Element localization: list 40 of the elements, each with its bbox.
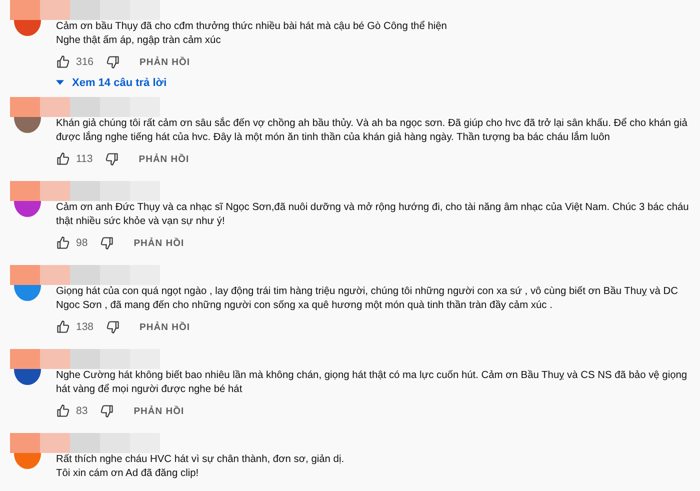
avatar[interactable] (14, 20, 41, 36)
thumbs-up-icon[interactable] (56, 152, 70, 166)
like-count: 113 (76, 153, 93, 165)
avatar[interactable] (14, 453, 41, 469)
comment-text: Khán giả chúng tôi rất cảm ơn sâu sắc đến vợ chồng ah bầu thủy. Và ah ba ngọc sơn. Đã giúp cho hvc đã trở lại sân khấu. Để cho khán giả (56, 117, 688, 131)
thumbs-up-icon[interactable] (56, 236, 70, 250)
like-count: 98 (76, 237, 88, 249)
avatar[interactable] (14, 201, 41, 217)
caret-icon (56, 80, 64, 85)
reply-button[interactable]: PHẢN HỒI (134, 406, 184, 416)
view-replies-link[interactable]: Xem 14 câu trả lời (56, 76, 167, 88)
avatar[interactable] (14, 117, 41, 133)
reply-button[interactable]: PHẢN HỒI (140, 56, 190, 68)
comment-text: được lắng nghe tiếng hát của hvc. Đây là một món ăn tinh thần của khán giả hàng ngày. Thần tượng ba bác cháu lắm luôn (56, 131, 611, 145)
comment-text: hát vàng để mọi người được nghe bé hát (56, 383, 244, 397)
thumbs-up-icon[interactable] (56, 320, 70, 334)
thumbs-up-icon[interactable] (56, 404, 70, 418)
comment-text: Rất thích nghe cháu HVC hát vì sự chân thành, đơn sơ, giản dị. (56, 453, 346, 467)
comment-text: Tôi xin cám ơn Ad đã đăng clip! (56, 467, 200, 481)
comment-text: Ngoc Sơn , đã mang đến cho những người con sống xa quê hương một món quà tinh thần tràn đầy cảm xúc . (56, 299, 554, 313)
thumbs-down-icon[interactable] (106, 55, 120, 69)
thumbs-up-icon[interactable] (56, 55, 70, 69)
like-count: 83 (76, 405, 88, 417)
reply-button[interactable]: PHẢN HỒI (140, 322, 190, 332)
comment-text: Cảm ơn bầu Thụy đã cho cđm thưởng thức nhiều bài hát mà cậu bé Gò Công thể hiện (56, 20, 448, 34)
reply-button[interactable]: PHẢN HỒI (138, 154, 190, 164)
thumbs-down-icon[interactable] (100, 404, 114, 418)
comment-text: Cảm ơn anh Đức Thụy và ca nhạc sĩ Ngọc Sơn,đã nuôi dưỡng và mở rộng hướng đi, cho tài năng âm nhạc của Việt Nam. Chúc 3 bác cháu (56, 201, 690, 215)
comment-text: thật nhiều sức khỏe và vạn sự như ý! (56, 215, 226, 229)
thumbs-down-icon[interactable] (106, 320, 120, 334)
thumbs-down-icon[interactable] (104, 152, 119, 166)
comment-text: Nghe thật ấm áp, ngập tràn cảm xúc (56, 34, 222, 48)
avatar[interactable] (14, 285, 41, 301)
like-count: 316 (76, 56, 94, 68)
thumbs-down-icon[interactable] (100, 236, 114, 250)
reply-button[interactable]: PHẢN HỒI (134, 238, 184, 248)
comment-text: Nghe Cường hát không biết bao nhiêu lần mà không chán, giọng hát thật có ma lực cuốn hút. Cảm ơn Bầu Thuỵ và CS NS đã bảo vệ giọng (56, 369, 688, 383)
like-count: 138 (76, 321, 94, 333)
avatar[interactable] (14, 369, 41, 385)
comment-text: Giọng hát của con quá ngọt ngào , lay động trái tim hàng triệu người, chúng tôi những người con xa sứ , vô cùng biết ơn Bầu Thuỵ và DC (56, 285, 679, 299)
